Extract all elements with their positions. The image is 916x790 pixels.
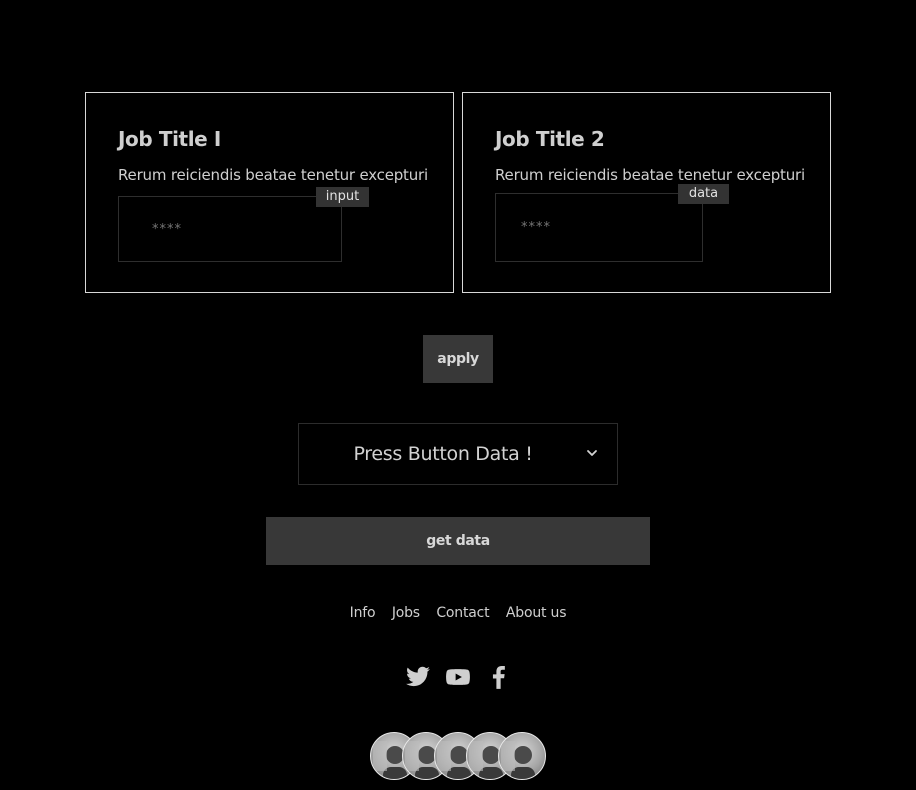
job-description: Rerum reiciendis beatae tenetur exceptur…	[118, 166, 428, 184]
apply-button[interactable]: apply	[423, 335, 493, 383]
footer-nav: Info Jobs Contact About us	[0, 605, 916, 621]
get-data-button[interactable]: get data	[266, 517, 650, 565]
job-input-field[interactable]	[119, 197, 341, 261]
data-field-wrapper	[495, 193, 703, 262]
avatar[interactable]	[498, 732, 546, 780]
footer-link-contact[interactable]: Contact	[436, 605, 489, 621]
facebook-icon[interactable]	[486, 664, 512, 690]
chevron-down-icon	[587, 450, 597, 456]
avatar-group	[370, 732, 550, 782]
footer-link-info[interactable]: Info	[350, 605, 376, 621]
job-title: Job Title I	[118, 127, 221, 151]
job-title: Job Title 2	[495, 127, 605, 151]
youtube-icon[interactable]	[445, 664, 471, 690]
job-data-field[interactable]	[496, 194, 702, 261]
input-tag: input	[316, 187, 369, 207]
select-value: Press Button Data !	[353, 443, 533, 465]
job-description: Rerum reiciendis beatae tenetur exceptur…	[495, 166, 805, 184]
twitter-icon[interactable]	[405, 664, 431, 690]
footer-link-jobs[interactable]: Jobs	[392, 605, 420, 621]
press-button-data-select[interactable]: Press Button Data !	[298, 423, 618, 485]
input-field-wrapper	[118, 196, 342, 262]
footer-link-about-us[interactable]: About us	[506, 605, 567, 621]
job-card-2: Job Title 2 Rerum reiciendis beatae tene…	[462, 92, 831, 293]
data-tag: data	[678, 184, 729, 204]
job-card-1: Job Title I Rerum reiciendis beatae tene…	[85, 92, 454, 293]
